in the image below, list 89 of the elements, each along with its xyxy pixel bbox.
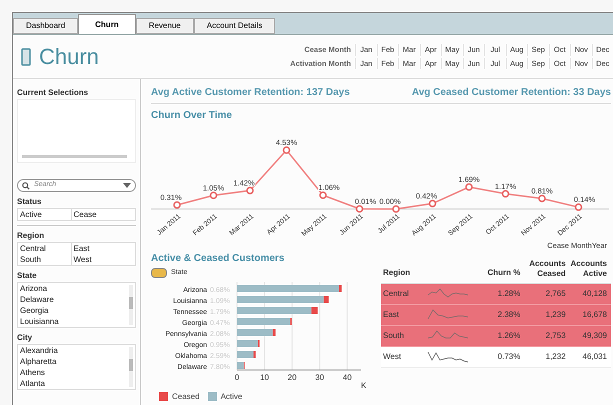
list-label: Status bbox=[17, 196, 42, 208]
table-row[interactable]: Central 1.28% 2,765 40,128 bbox=[381, 284, 611, 305]
tab[interactable]: Churn bbox=[78, 14, 136, 34]
list-item[interactable]: Active bbox=[18, 209, 70, 220]
table-cell-text: 0.73% bbox=[496, 351, 520, 363]
table-cell-text: 40,128 bbox=[582, 288, 608, 300]
list-item[interactable]: Louisianna bbox=[18, 316, 123, 327]
legend-label: Ceased bbox=[172, 390, 200, 402]
list-label: City bbox=[17, 332, 34, 344]
column-header[interactable]: Accounts Ceased bbox=[524, 259, 566, 279]
tab[interactable]: Account Details bbox=[194, 18, 276, 34]
table-cell-text: East bbox=[382, 309, 400, 321]
active-bar bbox=[237, 362, 244, 368]
table-cell-text: 1,239 bbox=[544, 309, 566, 321]
list-item[interactable]: South bbox=[18, 254, 70, 265]
tick-label: 0 bbox=[234, 372, 240, 382]
list-label: State bbox=[17, 270, 38, 282]
ceased-bar bbox=[258, 340, 260, 346]
table-cell-text: 46,031 bbox=[582, 351, 608, 363]
chart-title: Churn Over Time bbox=[151, 109, 233, 123]
phone-icon bbox=[21, 48, 31, 66]
list-label: Region bbox=[17, 230, 46, 242]
tick-label: 40 bbox=[342, 372, 352, 382]
data-point bbox=[173, 201, 181, 209]
table-row[interactable]: East 2.38% 1,239 16,678 bbox=[381, 305, 611, 326]
tab[interactable]: Dashboard bbox=[13, 18, 78, 34]
search-icon bbox=[22, 182, 30, 190]
page-title: Churn bbox=[39, 43, 99, 71]
legend-label: Active bbox=[220, 390, 242, 402]
data-point bbox=[356, 205, 364, 213]
tab[interactable]: Revenue bbox=[136, 18, 194, 34]
table-cell-text: 1.28% bbox=[496, 288, 520, 300]
table-cell-text: West bbox=[382, 351, 402, 363]
ceased-bar bbox=[272, 328, 276, 336]
active-bar bbox=[237, 318, 290, 324]
scrollbar[interactable] bbox=[129, 285, 133, 325]
table-cell-text: 1,232 bbox=[544, 351, 566, 363]
data-point bbox=[574, 203, 582, 211]
data-point bbox=[282, 146, 290, 154]
list-item[interactable]: Athens bbox=[18, 367, 123, 378]
list-item[interactable]: West bbox=[70, 254, 123, 265]
active-bar bbox=[237, 350, 254, 358]
list-item[interactable]: Alpharetta bbox=[18, 356, 123, 367]
list-item[interactable]: Georgia bbox=[18, 305, 123, 316]
column-header[interactable]: Churn % bbox=[479, 267, 520, 279]
data-point bbox=[465, 183, 473, 191]
list-item[interactable]: Atlanta bbox=[18, 378, 123, 389]
data-point bbox=[502, 190, 510, 198]
ceased-bar bbox=[324, 296, 329, 302]
tick-label: 10 bbox=[260, 372, 269, 382]
tick-label: 30 bbox=[315, 372, 324, 382]
table-cell-text: 16,678 bbox=[582, 309, 608, 321]
active-bar bbox=[237, 328, 273, 336]
data-point bbox=[246, 186, 254, 194]
table-cell-text: 1.26% bbox=[496, 330, 520, 342]
kpi-text: Avg Active Customer Retention: 137 Days bbox=[151, 86, 350, 100]
data-point bbox=[428, 200, 436, 208]
sparkline bbox=[427, 351, 469, 363]
dropdown-icon bbox=[123, 183, 131, 188]
panel-title: Current Selections bbox=[17, 87, 90, 99]
list-item[interactable]: Cease bbox=[70, 209, 123, 220]
list-item[interactable]: Central bbox=[18, 243, 70, 254]
table-cell-text: 2.38% bbox=[496, 309, 520, 321]
ceased-bar bbox=[338, 284, 342, 292]
sparkline bbox=[427, 309, 469, 321]
data-point bbox=[538, 194, 546, 202]
column-header[interactable]: Accounts Active bbox=[570, 259, 611, 279]
axis-unit: K bbox=[361, 380, 366, 390]
table-row[interactable]: South 1.26% 2,753 49,309 bbox=[381, 326, 611, 347]
data-point bbox=[392, 205, 400, 213]
kpi-text: Avg Ceased Customer Retention: 33 Days bbox=[412, 86, 611, 100]
column-header[interactable]: Region bbox=[381, 267, 423, 279]
table-cell-text: 2,753 bbox=[544, 330, 566, 342]
table-cell-text: 49,309 bbox=[582, 330, 608, 342]
table-cell-text: 2,765 bbox=[544, 288, 566, 300]
list-item[interactable]: Delaware bbox=[18, 294, 123, 305]
table-cell-text: South bbox=[382, 330, 405, 342]
active-bar bbox=[237, 340, 258, 346]
scrollbar[interactable] bbox=[129, 347, 133, 387]
list-item[interactable]: East bbox=[70, 243, 123, 254]
table-cell-text: Central bbox=[382, 288, 410, 300]
data-point bbox=[319, 191, 327, 199]
data-point bbox=[210, 192, 218, 200]
list-item[interactable]: Arizona bbox=[18, 283, 123, 294]
list-item[interactable]: Alexandria bbox=[18, 345, 123, 356]
ceased-bar bbox=[254, 350, 256, 358]
chart-title: Active & Ceased Customers bbox=[151, 252, 286, 266]
sparkline bbox=[427, 288, 469, 300]
tick-label: 20 bbox=[288, 372, 297, 382]
